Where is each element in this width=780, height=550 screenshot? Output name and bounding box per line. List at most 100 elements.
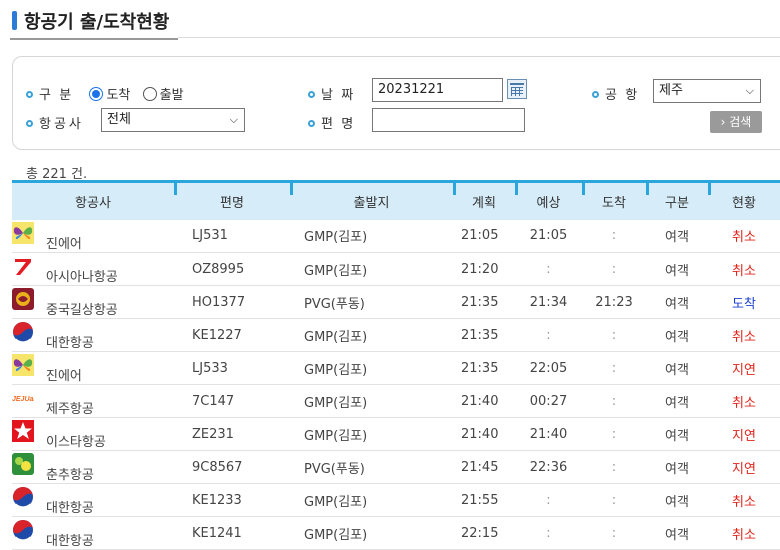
radio-arrival[interactable]	[89, 87, 104, 101]
table-row[interactable]: 진에어 LJ533 GMP(김포) 21:35 22:05: 여객 지연	[12, 352, 780, 385]
expected-cell: :	[515, 484, 582, 517]
arrived-cell: :	[582, 517, 646, 550]
arrived-value: :	[611, 459, 617, 475]
airline-cell: 대한항공	[12, 517, 174, 550]
planned-value: 21:55	[461, 492, 499, 508]
origin-cell: GMP(김포)	[290, 385, 453, 418]
arrived-value: 21:23	[595, 294, 633, 310]
flight-input[interactable]	[372, 108, 525, 132]
airline-name: 아시아나항공	[46, 270, 118, 285]
arrived-cell: :	[582, 253, 646, 286]
bullet-icon	[592, 91, 599, 98]
origin-cell: GMP(김포)	[290, 352, 453, 385]
type-cell: 여객	[646, 451, 708, 484]
expected-value: :	[546, 261, 551, 277]
expected-cell: 22:36	[515, 451, 582, 484]
asiana-logo	[12, 255, 34, 277]
koreanair-logo	[12, 486, 34, 508]
airline-cell: 이스타항공	[12, 418, 174, 451]
radio-departure-label[interactable]: 출발	[160, 88, 184, 103]
table-row[interactable]: 진에어 LJ531 GMP(김포) 21:05 21:05: 여객 취소	[12, 220, 780, 253]
header-status[interactable]: 현황	[708, 180, 780, 220]
flight-value: OZ8995	[192, 261, 245, 277]
origin-value: PVG(푸동)	[304, 461, 365, 477]
flight-value: KE1241	[192, 525, 242, 541]
origin-value: PVG(푸동)	[304, 296, 365, 312]
arrived-value: :	[611, 261, 617, 277]
type-label: 구 분	[39, 88, 72, 103]
arrived-cell: :	[582, 451, 646, 484]
table-row[interactable]: 대한항공 KE1233 GMP(김포) 21:55:: 여객 취소	[12, 484, 780, 517]
header-airline[interactable]: 항공사	[12, 180, 174, 220]
airline-select[interactable]: 전체 ⌵	[101, 108, 245, 132]
table-row[interactable]: 이스타항공 ZE231 GMP(김포) 21:40 21:40: 여객 지연	[12, 418, 780, 451]
radio-departure[interactable]	[142, 87, 157, 101]
flight-cell: 9C8567	[174, 451, 290, 484]
header-flight[interactable]: 편명	[174, 180, 290, 220]
table-row[interactable]: 대한항공 KE1241 GMP(김포) 22:15:: 여객 취소	[12, 517, 780, 550]
airline-cell: 춘추항공	[12, 451, 174, 484]
status-cell: 도착	[708, 286, 780, 319]
table-row[interactable]: JEJUair 제주항공 7C147 GMP(김포) 21:40 00:27: 여객 취소	[12, 385, 780, 418]
planned-value: 21:20	[461, 261, 499, 277]
flight-cell: 7C147	[174, 385, 290, 418]
status-cell: 지연	[708, 451, 780, 484]
bullet-icon	[308, 120, 315, 127]
status-cell: 취소	[708, 253, 780, 286]
expected-value: 21:40	[529, 426, 568, 442]
origin-value: GMP(김포)	[304, 263, 368, 279]
origin-value: GMP(김포)	[304, 362, 368, 378]
koreanair-logo	[12, 519, 34, 541]
expected-cell: 00:27	[515, 385, 582, 418]
search-button[interactable]: › 검색	[710, 111, 762, 133]
header-expected[interactable]: 예상	[515, 180, 582, 220]
flight-value: HO1377	[192, 294, 246, 310]
type-value: 여객	[665, 296, 689, 312]
type-value: 여객	[665, 494, 689, 510]
flight-cell: KE1227	[174, 319, 290, 352]
status-cell: 지연	[708, 352, 780, 385]
status-value: 지연	[732, 428, 756, 444]
flight-cell: KE1241	[174, 517, 290, 550]
header-type[interactable]: 구분	[646, 180, 708, 220]
table-row[interactable]: 대한항공 KE1227 GMP(김포) 21:35:: 여객 취소	[12, 319, 780, 352]
title-divider	[178, 37, 780, 38]
arrived-value: :	[611, 492, 617, 508]
title-accent-bar	[12, 11, 17, 30]
airline-label: 항공사	[39, 117, 84, 132]
status-value: 취소	[732, 230, 756, 246]
header-arrived[interactable]: 도착	[582, 180, 646, 220]
table-row[interactable]: 춘추항공 9C8567 PVG(푸동) 21:45 22:36: 여객 지연	[12, 451, 780, 484]
airline-name: 진에어	[46, 369, 82, 384]
status-cell: 취소	[708, 484, 780, 517]
airline-filter-label: 항공사	[26, 113, 84, 132]
origin-cell: GMP(김포)	[290, 253, 453, 286]
flight-value: 7C147	[192, 393, 235, 409]
table-row[interactable]: 아시아나항공 OZ8995 GMP(김포) 21:20:: 여객 취소	[12, 253, 780, 286]
status-cell: 취소	[708, 319, 780, 352]
date-filter-label: 날 짜	[308, 84, 353, 103]
arrived-cell: 21:23	[582, 286, 646, 319]
date-input[interactable]: 20231221	[372, 78, 503, 102]
arrived-cell: :	[582, 385, 646, 418]
status-value: 지연	[732, 461, 756, 477]
planned-value: 21:45	[461, 459, 499, 475]
table-row[interactable]: 중국길상항공 HO1377 PVG(푸동) 21:35 21:34 21:23 여객 도착	[12, 286, 780, 319]
planned-value: 22:15	[461, 525, 499, 541]
planned-cell: 21:55	[453, 484, 515, 517]
jejuair-logo: JEJUair	[12, 387, 39, 409]
type-value: 여객	[665, 461, 689, 477]
radio-arrival-label[interactable]: 도착	[106, 88, 130, 103]
calendar-icon[interactable]	[507, 79, 527, 99]
expected-cell: 22:05	[515, 352, 582, 385]
arrived-cell: :	[582, 352, 646, 385]
header-planned[interactable]: 계획	[453, 180, 515, 220]
svg-text:JEJUair: JEJUair	[12, 396, 34, 403]
type-filter: 구 분 도착 출발	[26, 84, 184, 103]
airport-select[interactable]: 제주 ⌵	[653, 79, 761, 103]
header-origin[interactable]: 출발지	[290, 180, 453, 220]
type-cell: 여객	[646, 517, 708, 550]
flight-value: LJ533	[192, 360, 228, 376]
airline-cell: 아시아나항공	[12, 253, 174, 286]
chevron-down-icon: ⌵	[229, 113, 238, 126]
